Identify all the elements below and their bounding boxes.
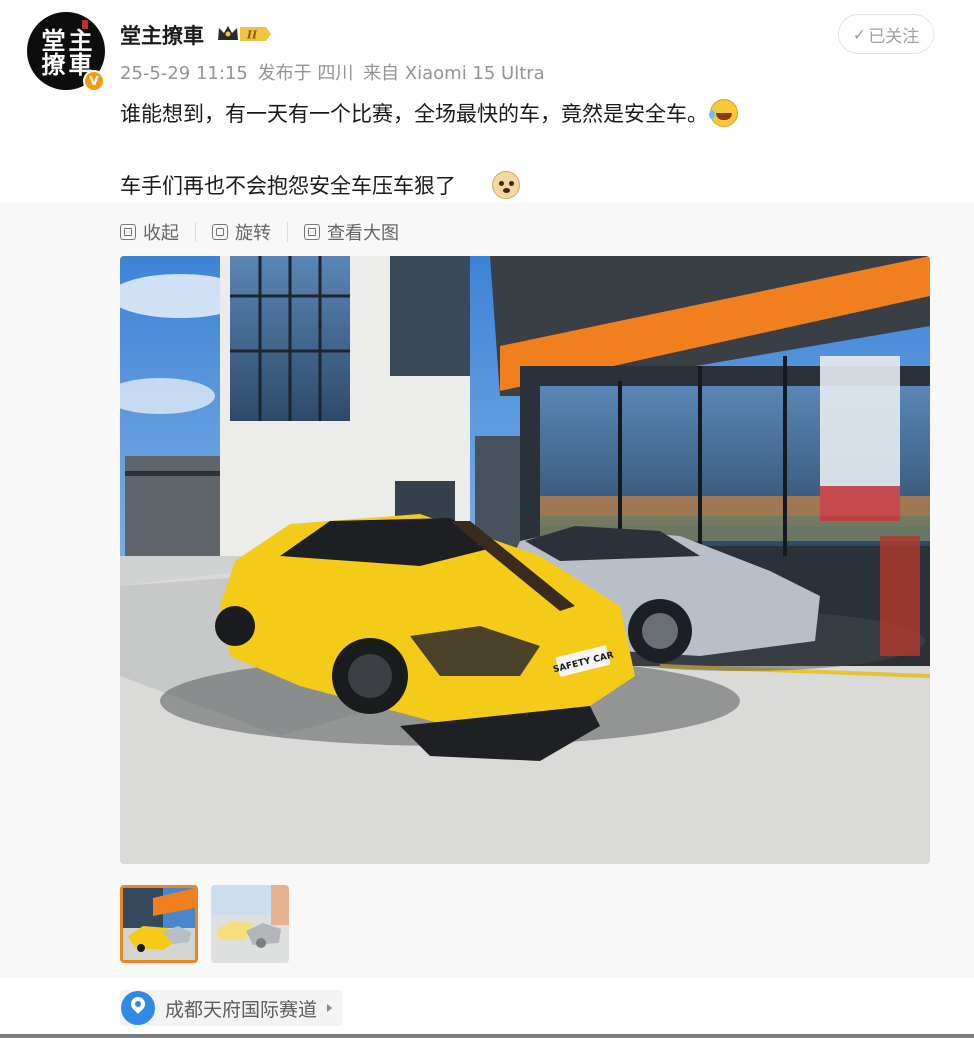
image-toolbar: 收起 旋转 查看大图 bbox=[120, 218, 399, 246]
toolbar-divider bbox=[195, 222, 196, 242]
zoom-image-icon bbox=[304, 224, 320, 240]
post-text-line2: 车手们再也不会抱怨安全车压车狠了 bbox=[120, 170, 520, 200]
author-name[interactable]: 堂主撩車 bbox=[120, 20, 204, 50]
chevron-right-icon bbox=[327, 1004, 333, 1012]
seal-mark bbox=[82, 20, 88, 29]
collapse-icon bbox=[120, 224, 136, 240]
rotate-button[interactable]: 旋转 bbox=[212, 219, 271, 245]
location-label: 成都天府国际赛道 bbox=[165, 998, 318, 1021]
view-large-button[interactable]: 查看大图 bbox=[304, 219, 399, 245]
checkmark-icon: ✓ bbox=[852, 24, 867, 44]
rotate-icon bbox=[212, 224, 228, 240]
thumbnail-1[interactable] bbox=[120, 885, 198, 963]
doge-emoji-icon bbox=[492, 171, 520, 199]
bottom-divider bbox=[0, 1034, 974, 1038]
follow-button[interactable]: ✓ 已关注 bbox=[838, 14, 934, 54]
follow-button-label: 已关注 bbox=[868, 26, 920, 47]
thumbnail-2[interactable] bbox=[211, 885, 289, 963]
post-meta: 25-5-29 11:15 发布于 四川 来自 Xiaomi 15 Ultra bbox=[120, 59, 549, 85]
laughing-tears-emoji-icon bbox=[709, 99, 738, 127]
vip-crown-badge-icon[interactable]: II bbox=[216, 23, 272, 45]
safety-car-photo: SAFETY CAR bbox=[120, 256, 930, 864]
main-photo[interactable]: SAFETY CAR bbox=[120, 256, 930, 864]
svg-text:II: II bbox=[246, 29, 258, 42]
collapse-button[interactable]: 收起 bbox=[120, 219, 179, 245]
verified-badge-icon: V bbox=[83, 70, 105, 92]
location-pin-icon bbox=[121, 991, 155, 1025]
thumbnail-1-image bbox=[123, 888, 195, 960]
toolbar-divider bbox=[287, 222, 288, 242]
post-device: 来自 Xiaomi 15 Ultra bbox=[363, 63, 545, 84]
thumbnail-2-image bbox=[211, 885, 289, 963]
location-tag[interactable]: 成都天府国际赛道 bbox=[120, 990, 343, 1026]
post-text-line1: 谁能想到，有一天有一个比赛，全场最快的车，竟然是安全车。 bbox=[120, 98, 738, 128]
post-date[interactable]: 25-5-29 11:15 bbox=[120, 63, 248, 84]
post-location-meta: 发布于 四川 bbox=[257, 63, 354, 84]
